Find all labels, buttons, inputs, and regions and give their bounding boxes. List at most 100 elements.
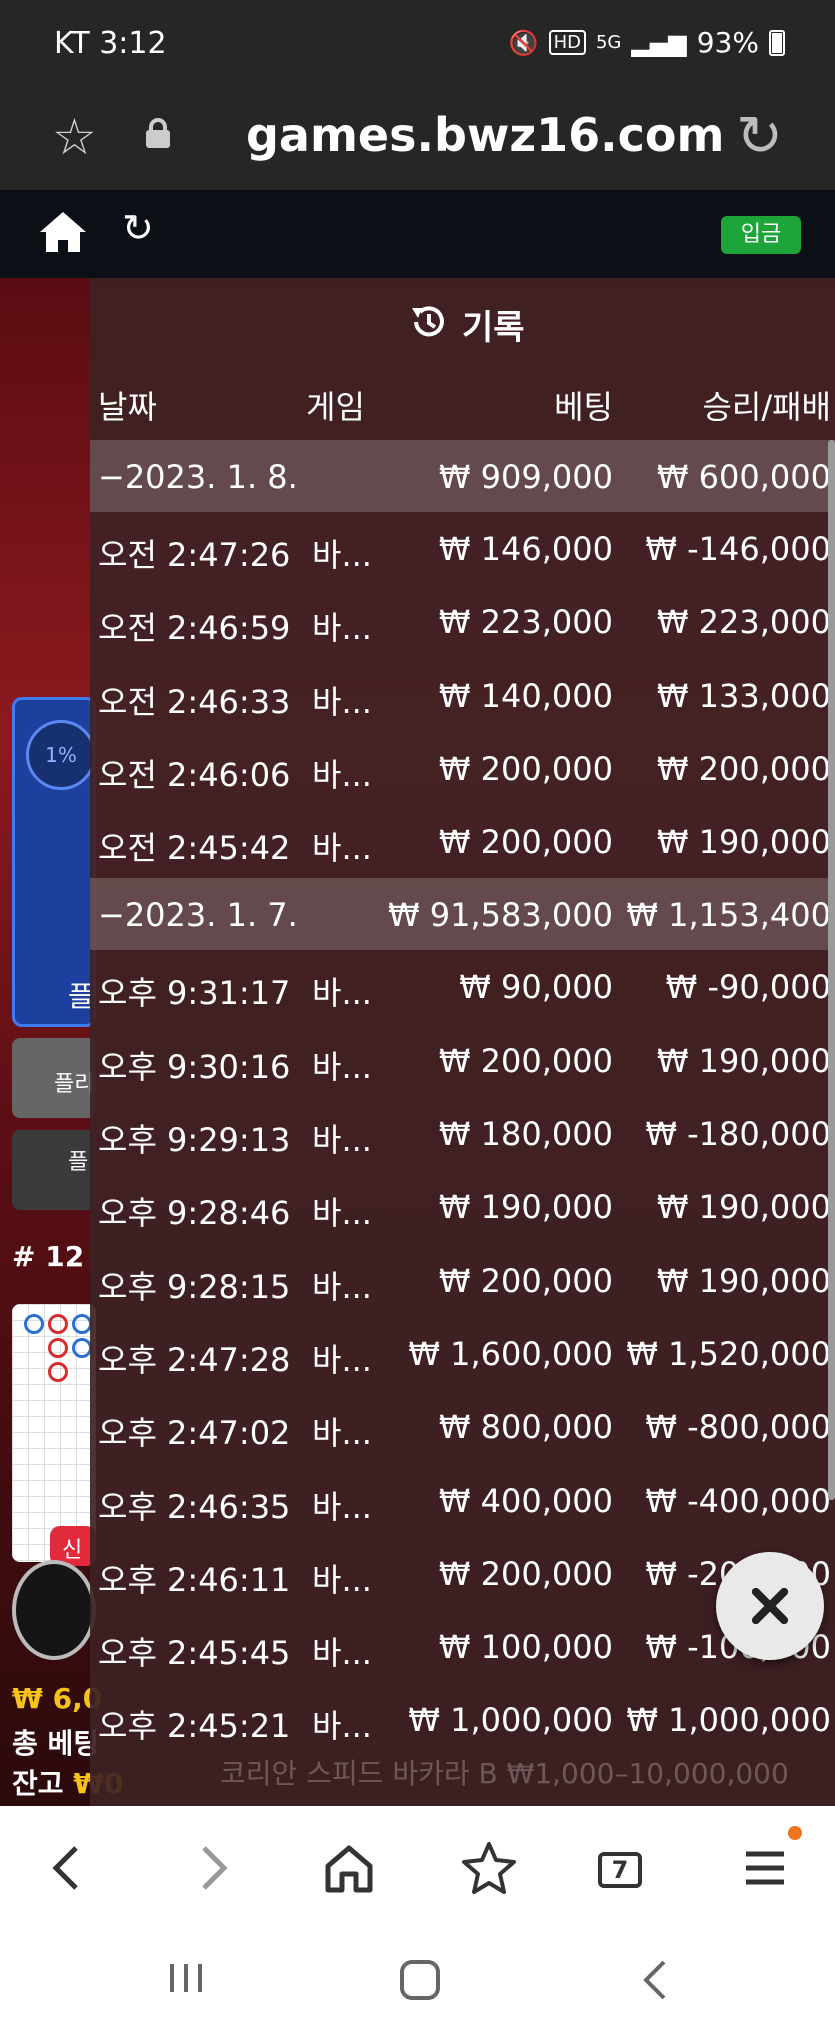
- row-win-loss: ₩ 600,000: [656, 458, 831, 496]
- row-bet: ₩ 223,000: [438, 603, 613, 642]
- row-time: 오후 2:47:28: [98, 1340, 291, 1379]
- row-game: 바...: [312, 1560, 372, 1599]
- row-time: 오전 2:45:42: [98, 829, 291, 868]
- url-text[interactable]: games.bwz16.com: [246, 108, 724, 162]
- row-bet: ₩ 90,000: [459, 968, 613, 1007]
- row-time: 오후 9:28:46: [98, 1194, 291, 1233]
- refresh-icon[interactable]: ↻: [122, 206, 154, 250]
- row-time: −2023. 1. 8.: [98, 458, 298, 496]
- row-game: 바...: [312, 682, 372, 721]
- history-entry-row[interactable]: 오전 2:47:26 바... ₩ 146,000 ₩ -146,000: [90, 512, 835, 585]
- row-bet: ₩ 400,000: [438, 1481, 613, 1520]
- site-header: ↻ 입금: [0, 190, 835, 278]
- history-entry-row[interactable]: 오전 2:45:42 바... ₩ 200,000 ₩ 190,000: [90, 805, 835, 878]
- deposit-button[interactable]: 입금: [721, 216, 801, 254]
- history-entry-row[interactable]: 오후 9:29:13 바... ₩ 180,000 ₩ -180,000: [90, 1097, 835, 1170]
- bookmarks-icon[interactable]: [454, 1836, 524, 1900]
- history-column-headers: 날짜 게임 베팅 승리/패배: [90, 366, 835, 436]
- bead-road-scoreboard: [12, 1304, 96, 1562]
- row-bet: ₩ 146,000: [438, 530, 613, 568]
- browser-address-bar: ☆ games.bwz16.com ↻: [0, 90, 835, 190]
- signal-icon: ▂▄▆: [631, 28, 687, 57]
- player-bonus-button[interactable]: 플: [12, 1130, 96, 1210]
- row-time: 오전 2:46:06: [98, 755, 291, 794]
- row-bet: ₩ 200,000: [438, 1041, 613, 1080]
- row-win-loss: ₩ 190,000: [656, 1261, 831, 1300]
- history-entry-row[interactable]: 오전 2:46:06 바... ₩ 200,000 ₩ 200,000: [90, 732, 835, 805]
- system-home-icon[interactable]: [398, 1958, 442, 2002]
- row-game: 바...: [312, 1047, 372, 1086]
- history-header: 기록: [90, 278, 835, 366]
- history-entry-row[interactable]: 오전 2:46:33 바... ₩ 140,000 ₩ 133,000: [90, 659, 835, 732]
- back-icon[interactable]: [34, 1836, 104, 1900]
- row-bet: ₩ 909,000: [438, 458, 613, 496]
- bookmark-star-icon[interactable]: ☆: [52, 108, 97, 166]
- history-entry-row[interactable]: 오후 9:31:17 바... ₩ 90,000 ₩ -90,000: [90, 950, 835, 1023]
- home-icon[interactable]: [38, 210, 88, 254]
- row-game: 바...: [312, 609, 372, 648]
- recent-apps-icon[interactable]: [166, 1958, 206, 1998]
- row-win-loss: ₩ 133,000: [656, 676, 831, 715]
- history-entry-row[interactable]: 오후 9:30:16 바... ₩ 200,000 ₩ 190,000: [90, 1024, 835, 1097]
- history-entry-row[interactable]: 오후 2:47:28 바... ₩ 1,600,000 ₩ 1,520,000: [90, 1317, 835, 1390]
- row-win-loss: ₩ 190,000: [656, 823, 831, 862]
- system-back-icon[interactable]: [636, 1958, 676, 2002]
- row-bet: ₩ 200,000: [438, 1261, 613, 1300]
- battery-percent: 93%: [696, 26, 759, 59]
- hd-icon: HD: [548, 30, 586, 55]
- row-game: 바...: [312, 1340, 372, 1379]
- balance-label: 잔고: [12, 1767, 64, 1800]
- row-time: 오후 9:31:17: [98, 974, 291, 1013]
- close-button[interactable]: [716, 1552, 824, 1660]
- row-time: 오후 2:45:45: [98, 1634, 291, 1673]
- reload-icon[interactable]: ↻: [736, 104, 783, 169]
- round-number: # 12: [12, 1240, 85, 1273]
- row-bet: ₩ 200,000: [438, 749, 613, 788]
- history-entry-row[interactable]: 오전 2:46:59 바... ₩ 223,000 ₩ 223,000: [90, 585, 835, 658]
- row-time: 오전 2:46:59: [98, 609, 291, 648]
- player-pair-button[interactable]: 플리: [12, 1038, 96, 1118]
- row-time: 오후 2:47:02: [98, 1414, 291, 1453]
- row-time: 오전 2:47:26: [98, 536, 291, 574]
- row-win-loss: ₩ 1,153,400: [626, 896, 831, 935]
- status-carrier-time: KT 3:12: [54, 26, 167, 61]
- scrollbar[interactable]: [828, 440, 835, 1500]
- road-circle-red: [48, 1362, 68, 1382]
- chip-selector[interactable]: [12, 1560, 96, 1660]
- history-entry-row[interactable]: 오후 2:46:35 바... ₩ 400,000 ₩ -400,000: [90, 1464, 835, 1537]
- history-date-row[interactable]: −2023. 1. 7. ₩ 91,583,000 ₩ 1,153,400: [90, 878, 835, 951]
- column-game: 게임: [306, 388, 365, 426]
- history-date-row[interactable]: −2023. 1. 8. ₩ 909,000 ₩ 600,000: [90, 440, 835, 512]
- tabs-icon[interactable]: 7: [598, 1852, 642, 1888]
- row-win-loss: ₩ -180,000: [645, 1115, 831, 1154]
- column-date: 날짜: [98, 388, 157, 426]
- road-circle-blue: [72, 1338, 92, 1358]
- status-icons: 🔇 HD 5G ▂▄▆ 93%: [509, 26, 785, 59]
- road-circle-red: [48, 1314, 68, 1334]
- bet-amount: ₩ 6,0: [12, 1682, 103, 1715]
- row-time: −2023. 1. 7.: [98, 896, 298, 935]
- status-bar: KT 3:12 🔇 HD 5G ▂▄▆ 93%: [0, 0, 835, 90]
- browser-home-icon[interactable]: [314, 1836, 384, 1900]
- row-bet: ₩ 1,000,000: [408, 1701, 613, 1740]
- page: KT 3:12 🔇 HD 5G ▂▄▆ 93% ☆ games.bwz16.co…: [0, 0, 835, 2042]
- menu-icon[interactable]: [730, 1836, 800, 1900]
- road-circle-red: [48, 1338, 68, 1358]
- row-game: 바...: [312, 755, 372, 794]
- row-game: 바...: [312, 974, 372, 1013]
- history-list[interactable]: −2023. 1. 8. ₩ 909,000 ₩ 600,000 오전 2:47:26…: [90, 440, 835, 1757]
- history-entry-row[interactable]: 오후 9:28:15 바... ₩ 200,000 ₩ 190,000: [90, 1244, 835, 1317]
- history-entry-row[interactable]: 오후 2:47:02 바... ₩ 800,000 ₩ -800,000: [90, 1390, 835, 1463]
- row-win-loss: ₩ 200,000: [656, 749, 831, 788]
- forward-icon[interactable]: [176, 1836, 246, 1900]
- row-time: 오후 2:46:11: [98, 1560, 291, 1599]
- mute-icon: 🔇: [508, 28, 539, 57]
- row-win-loss: ₩ 1,520,000: [626, 1334, 831, 1373]
- row-win-loss: ₩ 190,000: [656, 1041, 831, 1080]
- row-game: 바...: [312, 1634, 372, 1673]
- row-bet: ₩ 100,000: [438, 1628, 613, 1667]
- history-entry-row[interactable]: 오후 2:45:21 바... ₩ 1,000,000 ₩ 1,000,000: [90, 1683, 835, 1756]
- lock-icon[interactable]: [146, 118, 170, 148]
- history-entry-row[interactable]: 오후 9:28:46 바... ₩ 190,000 ₩ 190,000: [90, 1170, 835, 1243]
- row-game: 바...: [312, 829, 372, 868]
